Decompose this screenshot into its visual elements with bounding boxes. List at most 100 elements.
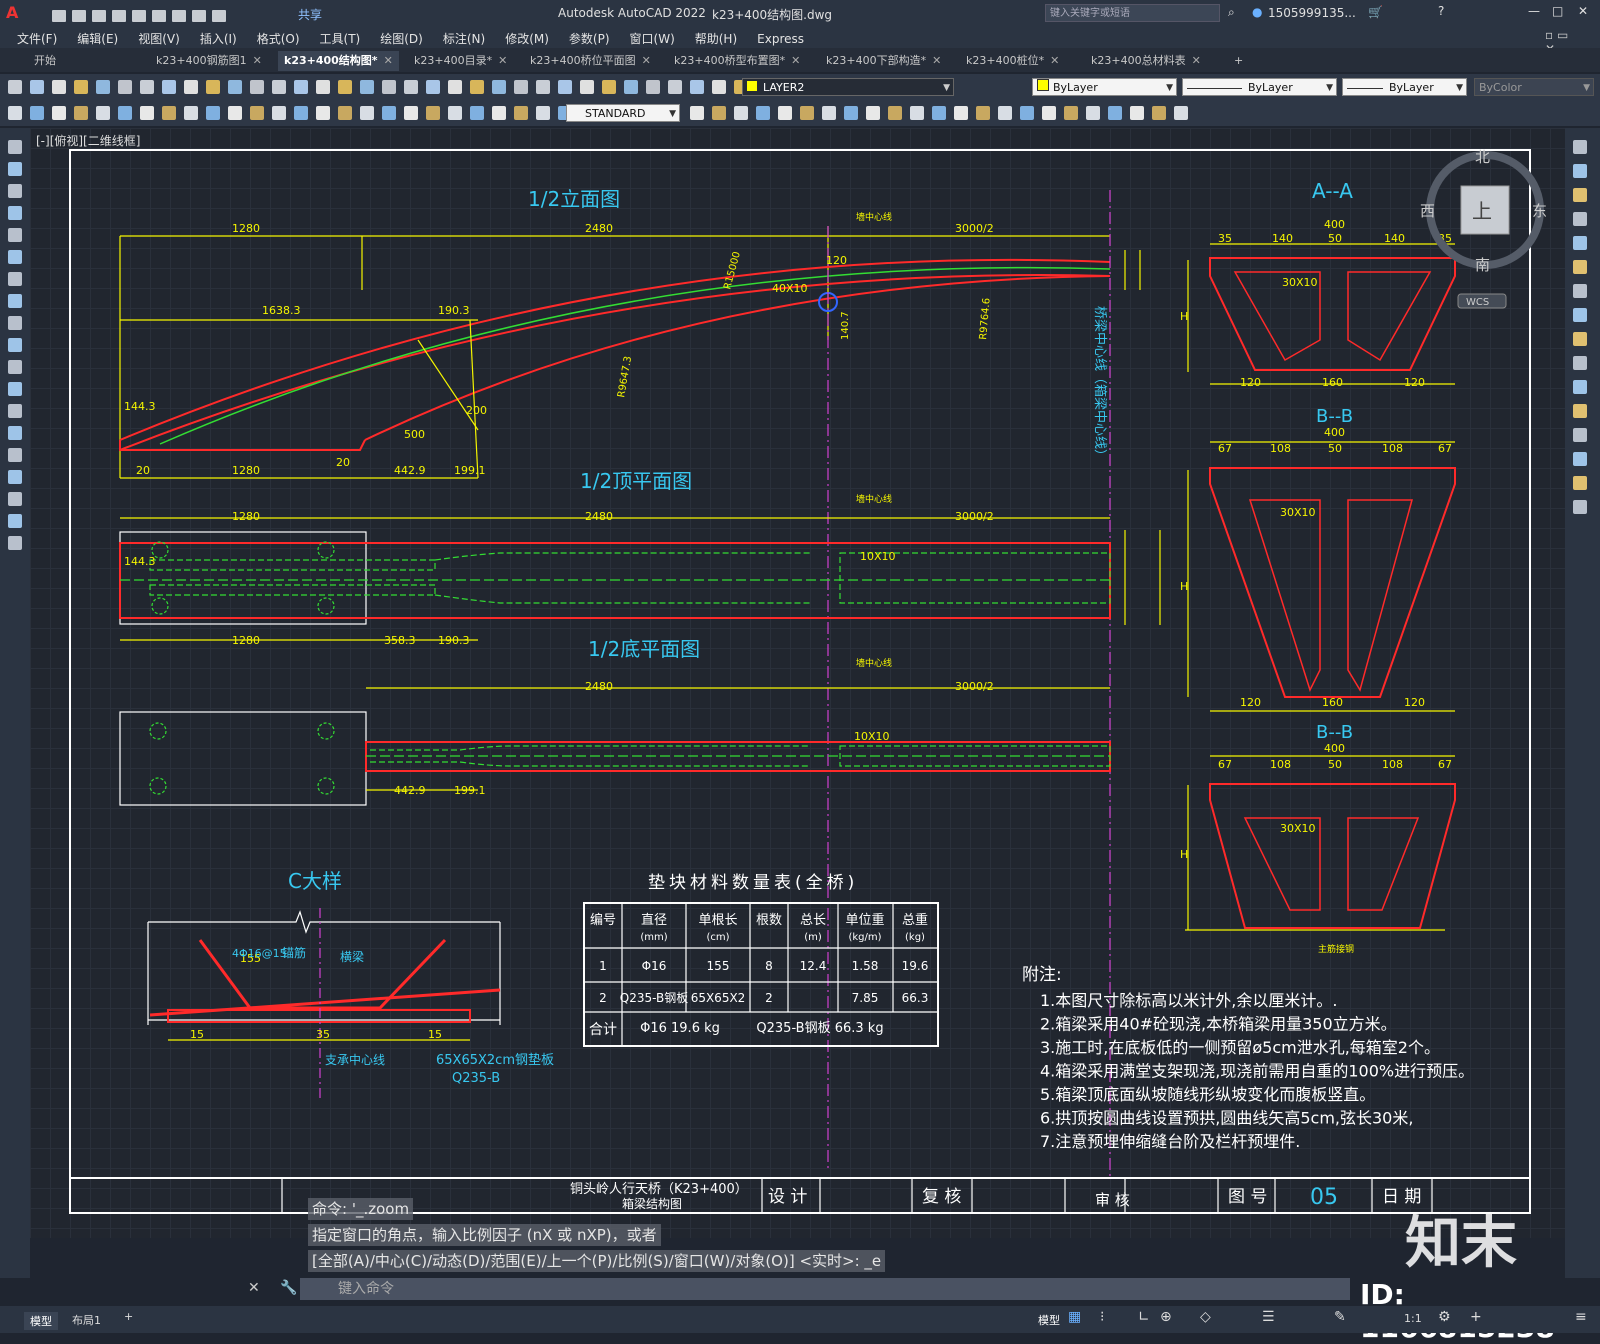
scale-label[interactable]: 1:1 <box>1404 1312 1422 1325</box>
osnap-icon[interactable]: ◇ <box>1200 1309 1211 1325</box>
design-label: 设 计 <box>768 1187 807 1207</box>
ortho-icon[interactable]: ∟ <box>1138 1309 1150 1325</box>
dim-3000b: 3000/2 <box>955 510 994 523</box>
dim-h: H <box>1180 310 1188 323</box>
viewcube-west: 西 <box>1420 202 1435 220</box>
table-header-unit-6: (kg) <box>905 932 925 943</box>
section-bb1-outline <box>1209 467 1456 698</box>
wall-centerline-label-3: 墙中心线 <box>856 657 892 669</box>
radius-9647: R9647.3 <box>616 355 634 398</box>
table-cell: 1 <box>599 959 607 973</box>
dim-3000c: 3000/2 <box>955 680 994 693</box>
top-plan-title: 1/2顶平面图 <box>580 469 692 493</box>
dim-40x10: 40X10 <box>772 282 808 295</box>
annotation-icon[interactable]: ✎ <box>1334 1309 1346 1325</box>
plus-icon[interactable]: + <box>1470 1309 1482 1325</box>
lineweight-icon[interactable]: ☰ <box>1262 1309 1275 1325</box>
sheet-no: 05 <box>1310 1185 1338 1210</box>
section-aa-outline <box>1209 257 1456 371</box>
note-item-6: 7.注意预埋伸缩缝台阶及栏杆预埋件. <box>1040 1132 1300 1151</box>
table-cell: 155 <box>707 959 730 973</box>
notes-title: 附注: <box>1022 965 1062 985</box>
table-header-2: 单根长 <box>698 913 737 928</box>
close-command-icon[interactable]: ✕ <box>248 1280 260 1296</box>
dim-200: 200 <box>466 404 487 417</box>
table-cell: 65X65X2 <box>691 991 746 1005</box>
cad-drawing: 1280 2480 3000/2 1638.3 190.3 144.3 20 1… <box>69 148 1547 1214</box>
dim-199b: 199.1 <box>454 784 486 797</box>
polar-icon[interactable]: ⊕ <box>1160 1309 1172 1325</box>
note-item-3: 4.箱梁采用满堂支架现浇,现浇前需用自重的100%进行预压。 <box>1040 1062 1474 1081</box>
dim-35: 35 <box>1218 232 1232 245</box>
command-history-1: 命令: '_.zoom <box>308 1198 414 1220</box>
dim-2480b: 2480 <box>585 510 613 523</box>
table-cell: 19.6 <box>902 959 929 973</box>
table-header-unit-5: (kg/m) <box>848 932 881 943</box>
dim-400: 400 <box>1324 218 1345 231</box>
dim-50: 50 <box>1328 232 1342 245</box>
dim-140-7: 140.7 <box>840 311 851 340</box>
dim-1280b: 1280 <box>232 464 260 477</box>
dim-120c: 120 <box>1240 696 1261 709</box>
layout-tab[interactable]: 布局1 <box>72 1312 101 1328</box>
table-cell: 66.3 <box>902 991 929 1005</box>
drawing-name: 箱梁结构图 <box>622 1196 682 1211</box>
model-tab[interactable]: 模型 <box>24 1312 58 1330</box>
dim-400c: 400 <box>1324 742 1345 755</box>
dim-10x10: 10X10 <box>860 550 896 563</box>
note-item-2: 3.施工时,在底板低的一侧预留ø5cm泄水孔,每箱室2个。 <box>1040 1038 1440 1057</box>
beam-label: 横梁 <box>340 949 364 964</box>
dim-67: 67 <box>1218 442 1232 455</box>
table-cell: 7.85 <box>852 991 879 1005</box>
table-header-unit-2: (cm) <box>706 932 729 943</box>
dim-108: 108 <box>1270 442 1291 455</box>
snap-icon[interactable]: ⁝ <box>1100 1309 1104 1325</box>
table-cell: 2 <box>765 991 773 1005</box>
bottom-plan-title: 1/2底平面图 <box>588 637 700 661</box>
dim-67b: 67 <box>1438 442 1452 455</box>
dim-120: 120 <box>826 254 847 267</box>
viewcube-north: 北 <box>1475 148 1490 166</box>
elevation-title: 1/2立面图 <box>528 187 620 211</box>
plate-label: 65X65X2cm钢垫板 <box>436 1052 554 1068</box>
dim-hc: H <box>1180 848 1188 861</box>
dim-hb: H <box>1180 580 1188 593</box>
wall-centerline-label-1: 墙中心线 <box>856 211 892 223</box>
dim-140b: 140 <box>1384 232 1405 245</box>
table-header-unit-4: (m) <box>804 932 822 943</box>
viewcube-top: 上 <box>1472 199 1492 223</box>
dim-67d: 67 <box>1438 758 1452 771</box>
wall-centerline-label-2: 墙中心线 <box>856 493 892 505</box>
dim-108c: 108 <box>1270 758 1291 771</box>
note-item-5: 6.拱顶按圆曲线设置预拱,圆曲线矢高5cm,弦长30米, <box>1040 1109 1413 1128</box>
dim-400b: 400 <box>1324 426 1345 439</box>
table-header-1: 直径 <box>641 913 667 928</box>
table-cell: 8 <box>765 959 773 973</box>
dim-190b: 190.3 <box>438 634 470 647</box>
dim-500: 500 <box>404 428 425 441</box>
anchor-label: 锚筋 <box>282 945 306 960</box>
dim-442: 442.9 <box>394 464 426 477</box>
gear-icon[interactable]: ⚙ <box>1438 1309 1451 1325</box>
command-input[interactable]: 键入命令 <box>300 1278 1350 1300</box>
dim-108b: 108 <box>1382 442 1403 455</box>
dim-20b: 20 <box>336 456 350 469</box>
command-history-2: 指定窗口的角点，输入比例因子 (nX 或 nXP)，或者 <box>308 1224 661 1246</box>
menu-icon[interactable]: ≡ <box>1575 1309 1587 1325</box>
model-space-button[interactable]: 模型 <box>1038 1312 1060 1328</box>
grid-icon[interactable]: ▦ <box>1068 1309 1081 1325</box>
viewcube-east: 东 <box>1532 202 1547 220</box>
dim-190: 190.3 <box>438 304 470 317</box>
wcs-label: WCS <box>1466 297 1489 308</box>
dim-2480c: 2480 <box>585 680 613 693</box>
table-title: 垫块材料数量表(全桥) <box>648 873 858 893</box>
add-layout-icon[interactable]: + <box>124 1310 133 1323</box>
customize-icon[interactable]: 🔧 <box>280 1280 297 1296</box>
dim-160b: 160 <box>1322 696 1343 709</box>
viewcube[interactable]: 上 北 南 西 东 WCS <box>1420 148 1547 309</box>
dim-160: 160 <box>1322 376 1343 389</box>
dim-30x10c: 30X10 <box>1280 822 1316 835</box>
dim-20a: 20 <box>136 464 150 477</box>
section-bb2-title: B--B <box>1316 722 1353 743</box>
table-cell: 1.58 <box>852 959 879 973</box>
